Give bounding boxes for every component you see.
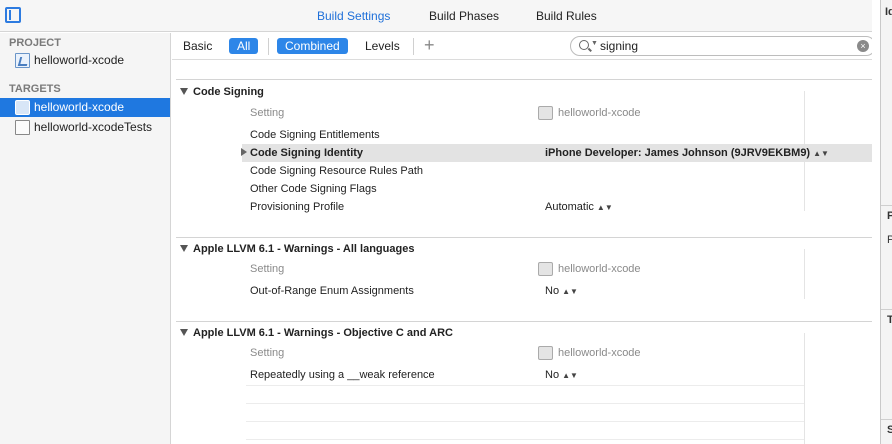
search-input[interactable]: ▼ signing ×: [570, 36, 876, 56]
setting-label: Out-of-Range Enum Assignments: [250, 285, 414, 297]
sidebar-item-project[interactable]: helloworld-xcode: [0, 51, 170, 70]
build-settings-filter-bar: Basic All Combined Levels + ▼ signing ×: [172, 33, 876, 60]
filter-basic-button[interactable]: Basic: [183, 39, 212, 53]
search-icon: [579, 40, 589, 50]
code-signing-identity-value: iPhone Developer: James Johnson (9JRV9EK…: [545, 147, 811, 159]
section-divider: [176, 79, 872, 80]
disclosure-triangle-icon[interactable]: [180, 329, 188, 336]
setting-value[interactable]: Automatic ▲▼: [545, 198, 613, 217]
section-header-row: Setting helloworld-xcode: [242, 104, 804, 122]
empty-row-divider: [246, 403, 804, 404]
targets-section-header: TARGETS: [9, 83, 61, 95]
setting-value[interactable]: No ▲▼: [545, 366, 578, 385]
setting-value[interactable]: No ▲▼: [545, 282, 578, 301]
setting-label: Repeatedly using a __weak reference: [250, 369, 435, 381]
chevron-down-icon[interactable]: ▼: [591, 40, 598, 47]
project-section-header: PROJECT: [9, 37, 61, 49]
popup-stepper-icon[interactable]: ▲▼: [597, 199, 613, 217]
setting-row[interactable]: Other Code Signing Flags: [242, 180, 804, 198]
setting-value[interactable]: iPhone Developer: James Johnson (9JRV9EK…: [545, 144, 829, 163]
section-title-llvm-objc-arc[interactable]: Apple LLVM 6.1 - Warnings - Objective C …: [180, 327, 453, 339]
filter-levels-button[interactable]: Levels: [365, 39, 400, 53]
inspector-divider: [881, 309, 892, 310]
section-title-llvm-all-languages[interactable]: Apple LLVM 6.1 - Warnings - All language…: [180, 243, 414, 255]
section-title-text: Code Signing: [193, 86, 264, 98]
setting-column-header: Setting: [250, 263, 285, 275]
disclosure-triangle-icon[interactable]: [180, 245, 188, 252]
setting-row[interactable]: Code Signing Resource Rules Path: [242, 162, 804, 180]
setting-label: Other Code Signing Flags: [250, 183, 377, 195]
tab-build-phases[interactable]: Build Phases: [429, 9, 499, 23]
test-bundle-icon: [15, 120, 30, 135]
provisioning-profile-value: Automatic: [545, 201, 594, 213]
sidebar-item-label: helloworld-xcodeTests: [34, 120, 153, 134]
inspector-section-label: P: [887, 210, 892, 222]
setting-row-selected[interactable]: Code Signing Identity iPhone Developer: …: [241, 144, 872, 163]
disclosure-triangle-icon[interactable]: [180, 88, 188, 95]
section-title-text: Apple LLVM 6.1 - Warnings - All language…: [193, 243, 415, 255]
add-setting-button[interactable]: +: [424, 35, 435, 56]
tab-build-rules[interactable]: Build Rules: [536, 9, 597, 23]
setting-row[interactable]: Repeatedly using a __weak reference No ▲▼: [242, 366, 804, 384]
enum-assignments-value: No: [545, 285, 560, 297]
section-title-code-signing[interactable]: Code Signing: [180, 86, 264, 98]
sidebar-item-target-tests[interactable]: helloworld-xcodeTests: [0, 118, 170, 137]
inspector-splitter[interactable]: [872, 0, 880, 444]
project-file-icon: [15, 53, 30, 68]
setting-label: Code Signing Identity: [250, 147, 364, 159]
weak-reference-value: No: [545, 369, 560, 381]
sidebar-item-target-app[interactable]: helloworld-xcode: [0, 98, 170, 117]
sidebar-item-label: helloworld-xcode: [34, 100, 125, 114]
popup-stepper-icon[interactable]: ▲▼: [562, 283, 578, 301]
setting-row[interactable]: Out-of-Range Enum Assignments No ▲▼: [242, 282, 804, 300]
setting-row[interactable]: Provisioning Profile Automatic ▲▼: [242, 198, 804, 216]
filter-all-button[interactable]: All: [229, 38, 259, 54]
filter-divider: [413, 38, 414, 55]
build-settings-table: Code Signing Setting helloworld-xcode Co…: [172, 61, 872, 444]
filter-divider: [268, 38, 269, 55]
popup-stepper-icon[interactable]: ▲▼: [813, 145, 829, 163]
disclosure-arrow-icon[interactable]: [241, 148, 247, 156]
inspector-section-label: S: [887, 424, 892, 436]
clear-search-icon[interactable]: ×: [857, 40, 869, 52]
column-divider: [804, 249, 805, 299]
section-title-text: Apple LLVM 6.1 - Warnings - Objective C …: [193, 327, 453, 339]
project-navigator-sidebar: PROJECT helloworld-xcode TARGETS hellowo…: [0, 33, 171, 444]
inspector-section-label: Id: [885, 6, 892, 18]
section-header-row: Setting helloworld-xcode: [242, 344, 804, 362]
app-target-icon: [15, 100, 30, 115]
empty-row-divider: [246, 439, 804, 440]
target-column-header: helloworld-xcode: [558, 107, 641, 119]
setting-column-header: Setting: [250, 107, 285, 119]
search-input-value: signing: [600, 39, 639, 53]
editor-tab-bar: Build Settings Build Phases Build Rules: [0, 0, 872, 32]
target-column-header: helloworld-xcode: [558, 263, 641, 275]
inspector-divider: [881, 419, 892, 420]
setting-row[interactable]: Code Signing Entitlements: [242, 126, 804, 144]
inspector-section-label: P: [887, 234, 892, 246]
sidebar-item-label: helloworld-xcode: [34, 53, 125, 67]
setting-label: Provisioning Profile: [250, 201, 345, 213]
empty-row-divider: [246, 385, 804, 386]
inspector-section-label: T: [887, 314, 892, 326]
setting-label: Code Signing Entitlements: [250, 129, 380, 141]
section-divider: [176, 321, 872, 322]
empty-row-divider: [246, 421, 804, 422]
target-column-header: helloworld-xcode: [558, 347, 641, 359]
setting-column-header: Setting: [250, 347, 285, 359]
column-divider: [804, 333, 805, 444]
section-header-row: Setting helloworld-xcode: [242, 260, 804, 278]
inspector-divider: [881, 205, 892, 206]
setting-label: Code Signing Resource Rules Path: [250, 165, 424, 177]
utilities-inspector-panel: Id P P T S: [880, 0, 892, 444]
tab-build-settings[interactable]: Build Settings: [317, 9, 390, 23]
filter-combined-button[interactable]: Combined: [277, 38, 348, 54]
popup-stepper-icon[interactable]: ▲▼: [562, 367, 578, 385]
navigator-toggle-icon[interactable]: [5, 7, 21, 23]
section-divider: [176, 237, 872, 238]
